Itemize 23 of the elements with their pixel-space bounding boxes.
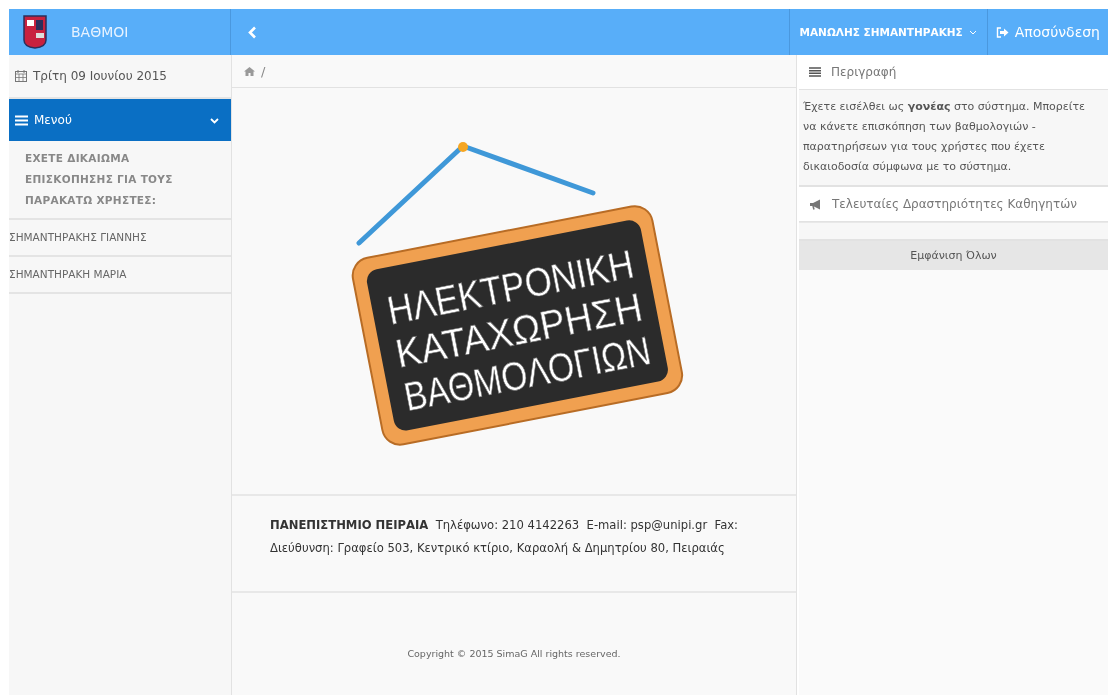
calendar-icon xyxy=(15,70,27,82)
breadcrumb-separator: / xyxy=(261,63,266,79)
user-link[interactable]: ΣΗΜΑΝΤΗΡΑΚΗ ΜΑΡΙΑ xyxy=(9,257,231,294)
current-date: Τρίτη 09 Ιουνίου 2015 xyxy=(33,69,167,83)
sign-out-icon xyxy=(995,26,1009,38)
caret-icon xyxy=(968,29,977,35)
show-all-button[interactable]: Εμφάνιση Όλων xyxy=(799,241,1108,270)
menu-icon xyxy=(15,114,28,126)
list-icon xyxy=(809,67,821,77)
description-heading: Περιγραφή xyxy=(831,65,897,79)
copyright-text: Copyright © 2015 SimaG All rights reserved. xyxy=(407,648,621,661)
activity-heading: Τελευταίες Δραστηριότητες Καθηγητών xyxy=(832,197,1077,211)
menu-header[interactable]: Μενού xyxy=(9,99,231,141)
megaphone-icon xyxy=(809,198,822,210)
contact-info: ΠΑΝΕΠΙΣΤΗΜΙΟ ΠΕΙΡΑΙΑ Τηλέφωνο: 210 4142263 E-mail: psp@unipi.gr Fax: xyxy=(270,517,739,534)
user-link[interactable]: ΣΗΜΑΝΤΗΡΑΚΗΣ ΓΙΑΝΝΗΣ xyxy=(9,220,231,257)
university-logo xyxy=(23,15,47,49)
brand-title: ΒΑΘΜΟΙ xyxy=(71,24,129,40)
nail-icon xyxy=(458,142,468,152)
address-text: Διεύθυνση: Γραφείο 503, Κεντρικό κτίριο, Καραολή & Δημητρίου 80, Πειραιάς xyxy=(270,540,726,557)
chevron-down-icon xyxy=(210,115,219,125)
home-icon[interactable] xyxy=(244,66,255,76)
chevron-left-icon xyxy=(247,25,257,39)
